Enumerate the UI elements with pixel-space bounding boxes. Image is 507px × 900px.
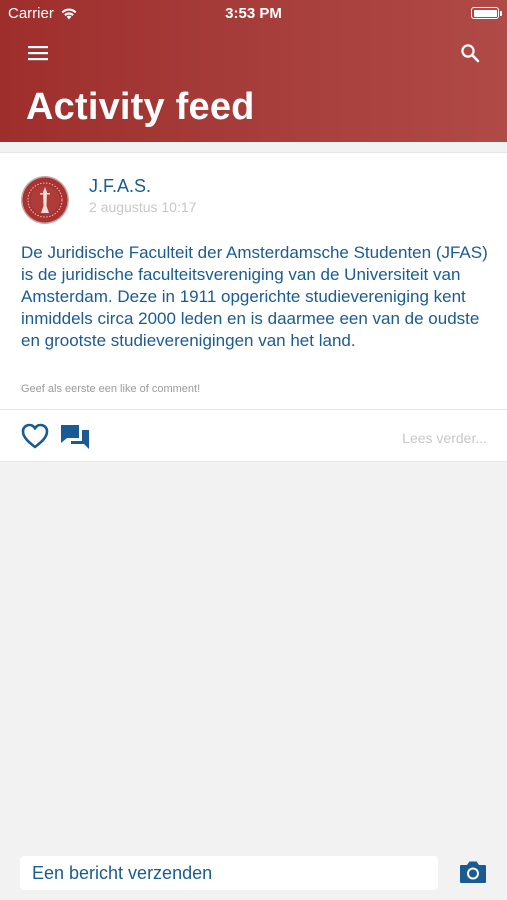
post-body: De Juridische Faculteit der Amsterdamsch… xyxy=(21,243,488,350)
menu-button[interactable] xyxy=(20,38,56,68)
message-input[interactable] xyxy=(20,856,438,890)
engagement-hint: Geef als eerste een like of comment! xyxy=(21,383,201,395)
chat-bubbles-icon[interactable] xyxy=(59,421,91,451)
search-button[interactable] xyxy=(453,36,487,70)
read-more-link[interactable]: Lees verder... xyxy=(402,430,487,446)
battery-icon xyxy=(471,7,502,19)
feed-post-card[interactable]: J.F.A.S. 2 augustus 10:17 De Juridische … xyxy=(0,152,507,462)
heart-outline-icon[interactable] xyxy=(20,421,50,451)
app-header: Carrier 3:53 PM Activity feed xyxy=(0,0,507,142)
card-divider xyxy=(0,409,507,410)
camera-icon[interactable] xyxy=(458,858,488,886)
search-icon xyxy=(461,44,480,63)
status-bar: Carrier 3:53 PM xyxy=(0,0,507,28)
post-author[interactable]: J.F.A.S. xyxy=(89,176,151,197)
status-time: 3:53 PM xyxy=(225,5,282,22)
hamburger-menu-icon xyxy=(28,46,48,61)
seal-logo-avatar[interactable] xyxy=(20,175,70,225)
page-title: Activity feed xyxy=(26,86,255,128)
post-date: 2 augustus 10:17 xyxy=(89,199,197,215)
